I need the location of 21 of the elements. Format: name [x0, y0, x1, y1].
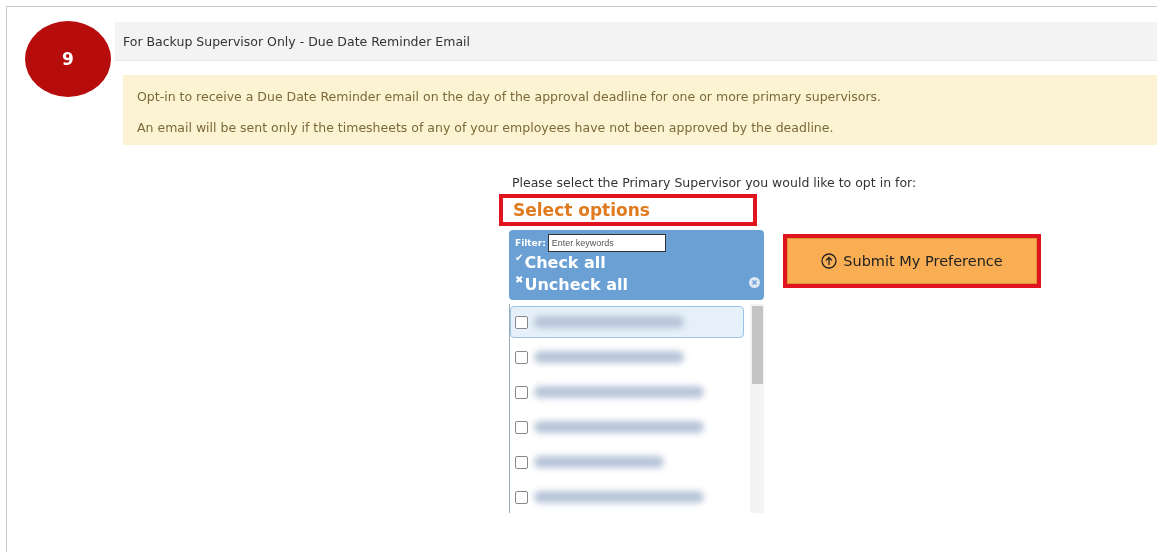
checkbox[interactable]	[515, 315, 528, 329]
submit-button[interactable]: Submit My Preference	[787, 238, 1037, 284]
upload-icon	[821, 253, 838, 269]
filter-label: Filter:	[515, 238, 546, 248]
checkbox[interactable]	[515, 455, 528, 469]
check-all-link[interactable]: ✔Check all	[515, 252, 606, 274]
option-row[interactable]	[510, 306, 744, 338]
filter-input[interactable]: Enter keywords	[547, 234, 666, 252]
checkbox[interactable]	[515, 490, 528, 504]
checkbox[interactable]	[515, 350, 528, 364]
step-badge: 9	[25, 21, 111, 97]
notice-text: Opt-in to receive a Due Date Reminder email on the day of the approval deadline for one or more primary supervisors.	[137, 89, 883, 104]
section-title: For Backup Supervisor Only - Due Date Reminder Email	[115, 22, 1157, 61]
close-icon[interactable]	[749, 277, 760, 288]
prompt-text: Please select the Primary Supervisor you would like to opt in for:	[512, 175, 917, 190]
notice-text: An email will be sent only if the timesheets of any of your employees have not been approved by the deadline.	[137, 120, 835, 135]
select-dropdown[interactable]: Select options	[499, 194, 757, 226]
checkbox[interactable]	[515, 420, 528, 434]
scrollbar[interactable]	[750, 304, 764, 513]
checkbox[interactable]	[515, 385, 528, 399]
uncheck-all-link[interactable]: ✖Uncheck all	[515, 274, 628, 296]
